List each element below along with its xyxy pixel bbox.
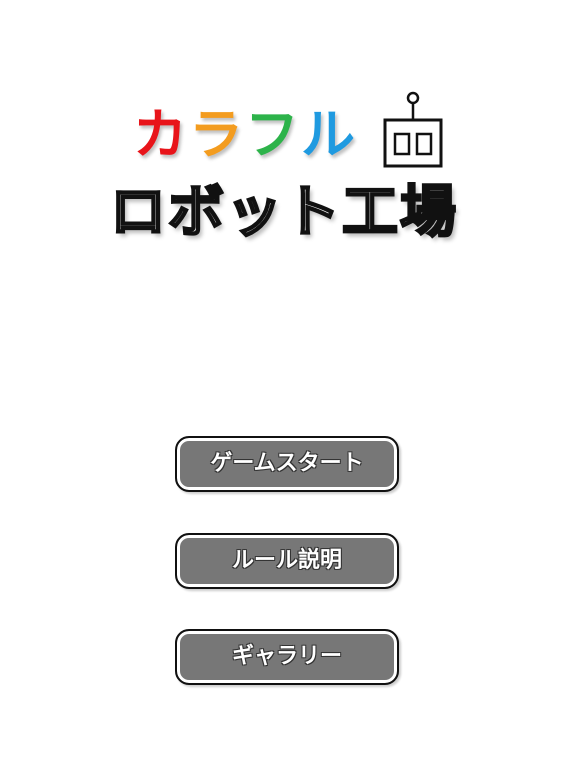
robot-head-icon bbox=[383, 91, 443, 168]
gallery-button[interactable]: ギャラリー bbox=[175, 629, 399, 685]
title-char-1: カ bbox=[133, 103, 187, 166]
title-line2: ロボット工場 bbox=[109, 179, 458, 247]
title-line1: カ ラ フ ル bbox=[132, 103, 356, 167]
title-char-3: フ bbox=[245, 103, 299, 166]
game-start-button[interactable]: ゲームスタート bbox=[175, 436, 399, 492]
title-char-2: ラ bbox=[189, 103, 243, 166]
title-char-4: ル bbox=[301, 103, 355, 166]
rules-button[interactable]: ルール説明 bbox=[175, 533, 399, 589]
